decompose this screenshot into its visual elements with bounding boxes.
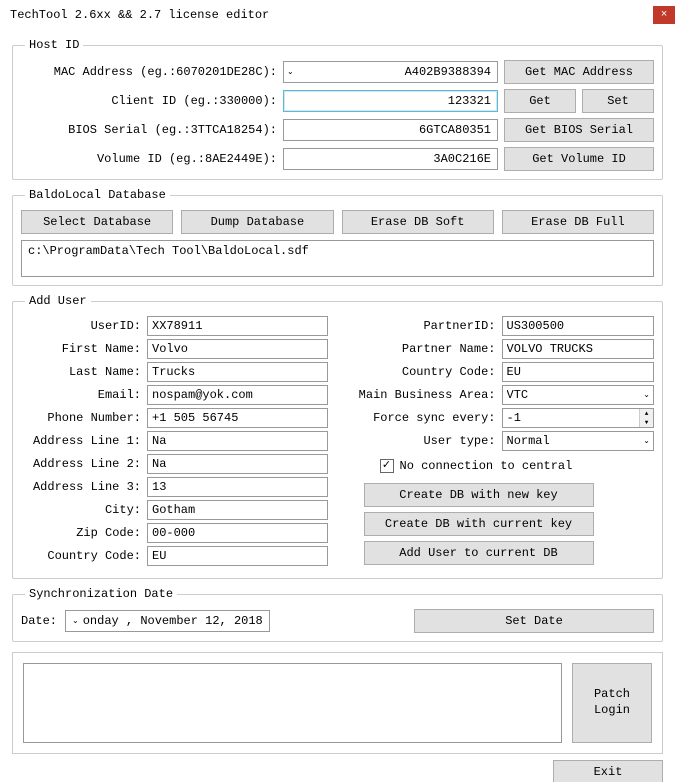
- mac-input[interactable]: [283, 61, 498, 83]
- mba-select[interactable]: ⌄: [502, 385, 655, 405]
- mba-label: Main Business Area:: [348, 388, 496, 402]
- partnerid-input[interactable]: [502, 316, 655, 336]
- lastname-input[interactable]: [147, 362, 328, 382]
- erase-soft-button[interactable]: Erase DB Soft: [342, 210, 494, 234]
- mac-label: MAC Address (eg.:6070201DE28C):: [21, 65, 277, 79]
- get-mac-button[interactable]: Get MAC Address: [504, 60, 654, 84]
- create-db-new-button[interactable]: Create DB with new key: [364, 483, 594, 507]
- bios-label: BIOS Serial (eg.:3TTCA18254):: [21, 123, 277, 137]
- city-label: City:: [21, 503, 141, 517]
- syncdate-legend: Synchronization Date: [25, 587, 177, 601]
- date-label: Date:: [21, 614, 57, 628]
- firstname-label: First Name:: [21, 342, 141, 356]
- log-textarea[interactable]: [23, 663, 562, 743]
- sync-label: Force sync every:: [348, 411, 496, 425]
- adduser-legend: Add User: [25, 294, 91, 308]
- syncdate-group: Synchronization Date Date: ⌄ onday , Nov…: [12, 587, 663, 642]
- addr3-label: Address Line 3:: [21, 480, 141, 494]
- hostid-group: Host ID MAC Address (eg.:6070201DE28C): …: [12, 38, 663, 180]
- phone-input[interactable]: [147, 408, 328, 428]
- adduser-group: Add User UserID: First Name: Last Name: …: [12, 294, 663, 579]
- countrycoder-label: Country Code:: [348, 365, 496, 379]
- noconn-label: No connection to central: [400, 459, 573, 473]
- spin-up-icon[interactable]: ▲: [639, 409, 653, 418]
- phone-label: Phone Number:: [21, 411, 141, 425]
- window-title: TechTool 2.6xx && 2.7 license editor: [10, 8, 269, 22]
- spin-down-icon[interactable]: ▼: [639, 418, 653, 427]
- set-button[interactable]: Set: [582, 89, 654, 113]
- set-date-button[interactable]: Set Date: [414, 609, 654, 633]
- get-volume-button[interactable]: Get Volume ID: [504, 147, 654, 171]
- erase-full-button[interactable]: Erase DB Full: [502, 210, 654, 234]
- footer-group: Patch Login: [12, 652, 663, 754]
- date-picker[interactable]: ⌄ onday , November 12, 2018: [65, 610, 270, 632]
- titlebar: TechTool 2.6xx && 2.7 license editor ×: [0, 0, 675, 30]
- close-icon[interactable]: ×: [653, 6, 675, 24]
- userid-label: UserID:: [21, 319, 141, 333]
- addr1-label: Address Line 1:: [21, 434, 141, 448]
- db-group: BaldoLocal Database Select Database Dump…: [12, 188, 663, 286]
- country-input[interactable]: [147, 546, 328, 566]
- addr1-input[interactable]: [147, 431, 328, 451]
- db-path: c:\ProgramData\Tech Tool\BaldoLocal.sdf: [21, 240, 654, 277]
- userid-input[interactable]: [147, 316, 328, 336]
- date-value: onday , November 12, 2018: [83, 614, 263, 628]
- zip-input[interactable]: [147, 523, 328, 543]
- city-input[interactable]: [147, 500, 328, 520]
- addr2-label: Address Line 2:: [21, 457, 141, 471]
- email-input[interactable]: [147, 385, 328, 405]
- email-label: Email:: [21, 388, 141, 402]
- partnername-label: Partner Name:: [348, 342, 496, 356]
- noconn-checkbox[interactable]: ✓: [380, 459, 394, 473]
- create-db-current-button[interactable]: Create DB with current key: [364, 512, 594, 536]
- volume-label: Volume ID (eg.:8AE2449E):: [21, 152, 277, 166]
- volume-input[interactable]: [283, 148, 498, 170]
- partnername-input[interactable]: [502, 339, 655, 359]
- zip-label: Zip Code:: [21, 526, 141, 540]
- patch-login-button[interactable]: Patch Login: [572, 663, 652, 743]
- select-db-button[interactable]: Select Database: [21, 210, 173, 234]
- exit-button[interactable]: Exit: [553, 760, 663, 782]
- sync-input[interactable]: [502, 408, 655, 428]
- addr3-input[interactable]: [147, 477, 328, 497]
- get-bios-button[interactable]: Get BIOS Serial: [504, 118, 654, 142]
- client-input[interactable]: [283, 90, 498, 112]
- firstname-input[interactable]: [147, 339, 328, 359]
- usertype-input[interactable]: [502, 431, 655, 451]
- add-user-button[interactable]: Add User to current DB: [364, 541, 594, 565]
- usertype-label: User type:: [348, 434, 496, 448]
- mac-dropdown[interactable]: ⌄: [283, 61, 498, 83]
- get-button[interactable]: Get: [504, 89, 576, 113]
- country-label: Country Code:: [21, 549, 141, 563]
- db-legend: BaldoLocal Database: [25, 188, 170, 202]
- addr2-input[interactable]: [147, 454, 328, 474]
- client-label: Client ID (eg.:330000):: [21, 94, 277, 108]
- mba-input[interactable]: [502, 385, 655, 405]
- dump-db-button[interactable]: Dump Database: [181, 210, 333, 234]
- chevron-down-icon: ⌄: [72, 616, 79, 626]
- sync-spinner[interactable]: ▲▼: [502, 408, 655, 428]
- partnerid-label: PartnerID:: [348, 319, 496, 333]
- lastname-label: Last Name:: [21, 365, 141, 379]
- usertype-select[interactable]: ⌄: [502, 431, 655, 451]
- countrycoder-input[interactable]: [502, 362, 655, 382]
- hostid-legend: Host ID: [25, 38, 83, 52]
- bios-input[interactable]: [283, 119, 498, 141]
